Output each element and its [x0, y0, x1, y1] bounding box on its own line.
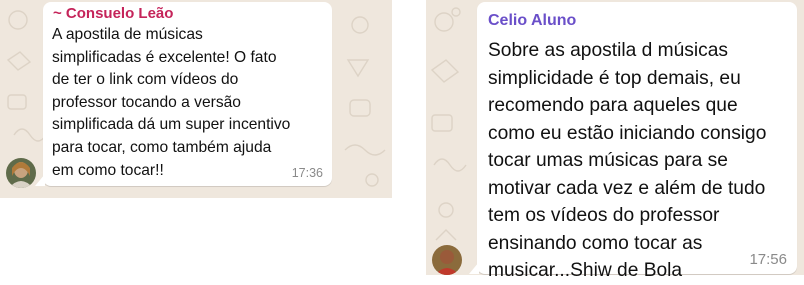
message-timestamp: 17:36: [291, 166, 323, 180]
message-bubble[interactable]: Celio Aluno Sobre as apostila d músicas …: [469, 2, 797, 281]
message-timestamp: 17:56: [749, 251, 787, 268]
bubble-tail: [469, 262, 479, 274]
avatar[interactable]: [6, 158, 36, 188]
message-bubble[interactable]: ~ Consuelo Leão A apostila de músicas si…: [35, 2, 332, 186]
sender-name[interactable]: Celio Aluno: [488, 12, 576, 30]
chat-panel-left: ~ Consuelo Leão A apostila de músicas si…: [0, 0, 392, 198]
user-avatar-icon: [6, 158, 36, 188]
bubble-tail: [35, 174, 45, 186]
message-text: A apostila de músicas simplificadas é ex…: [52, 26, 291, 179]
sender-name[interactable]: ~ Consuelo Leão: [53, 5, 173, 22]
avatar[interactable]: [432, 245, 462, 275]
user-avatar-icon: [432, 245, 462, 275]
message-text: Sobre as apostila d músicas simplicidade…: [488, 40, 767, 281]
